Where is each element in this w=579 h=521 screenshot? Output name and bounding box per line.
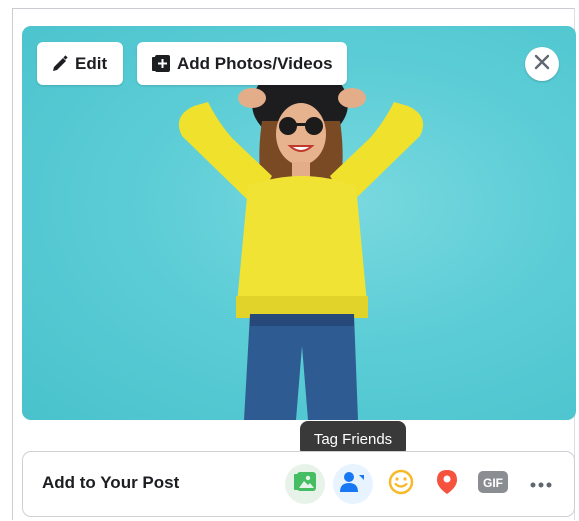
tag-friends-button[interactable] (333, 464, 373, 504)
check-in-button[interactable] (427, 464, 467, 504)
add-to-post-label: Add to Your Post (42, 473, 180, 492)
remove-photo-button[interactable] (525, 47, 559, 81)
attached-photo (22, 26, 576, 420)
more-icon (530, 475, 552, 493)
edit-label: Edit (75, 53, 108, 73)
feeling-activity-button[interactable] (381, 464, 421, 504)
tag-people-icon (340, 470, 366, 499)
location-pin-icon (436, 469, 458, 500)
gif-icon: GIF (478, 470, 508, 498)
photo-woman-yellow-sweater (178, 66, 424, 420)
add-photo-icon (151, 54, 171, 74)
more-options-button[interactable] (521, 464, 561, 504)
photo-video-button[interactable] (285, 464, 325, 504)
pencil-icon (51, 54, 69, 73)
add-photos-videos-button[interactable]: Add Photos/Videos (137, 42, 347, 85)
add-photos-videos-label: Add Photos/Videos (177, 53, 333, 73)
smiley-icon (388, 469, 414, 500)
add-to-post-bar: Add to Your Post GIF (22, 451, 575, 517)
close-icon (534, 54, 550, 75)
gif-text: GIF (483, 476, 503, 490)
edit-photo-button[interactable]: Edit (37, 42, 123, 85)
photo-icon (293, 470, 317, 499)
gif-button[interactable]: GIF (473, 464, 513, 504)
